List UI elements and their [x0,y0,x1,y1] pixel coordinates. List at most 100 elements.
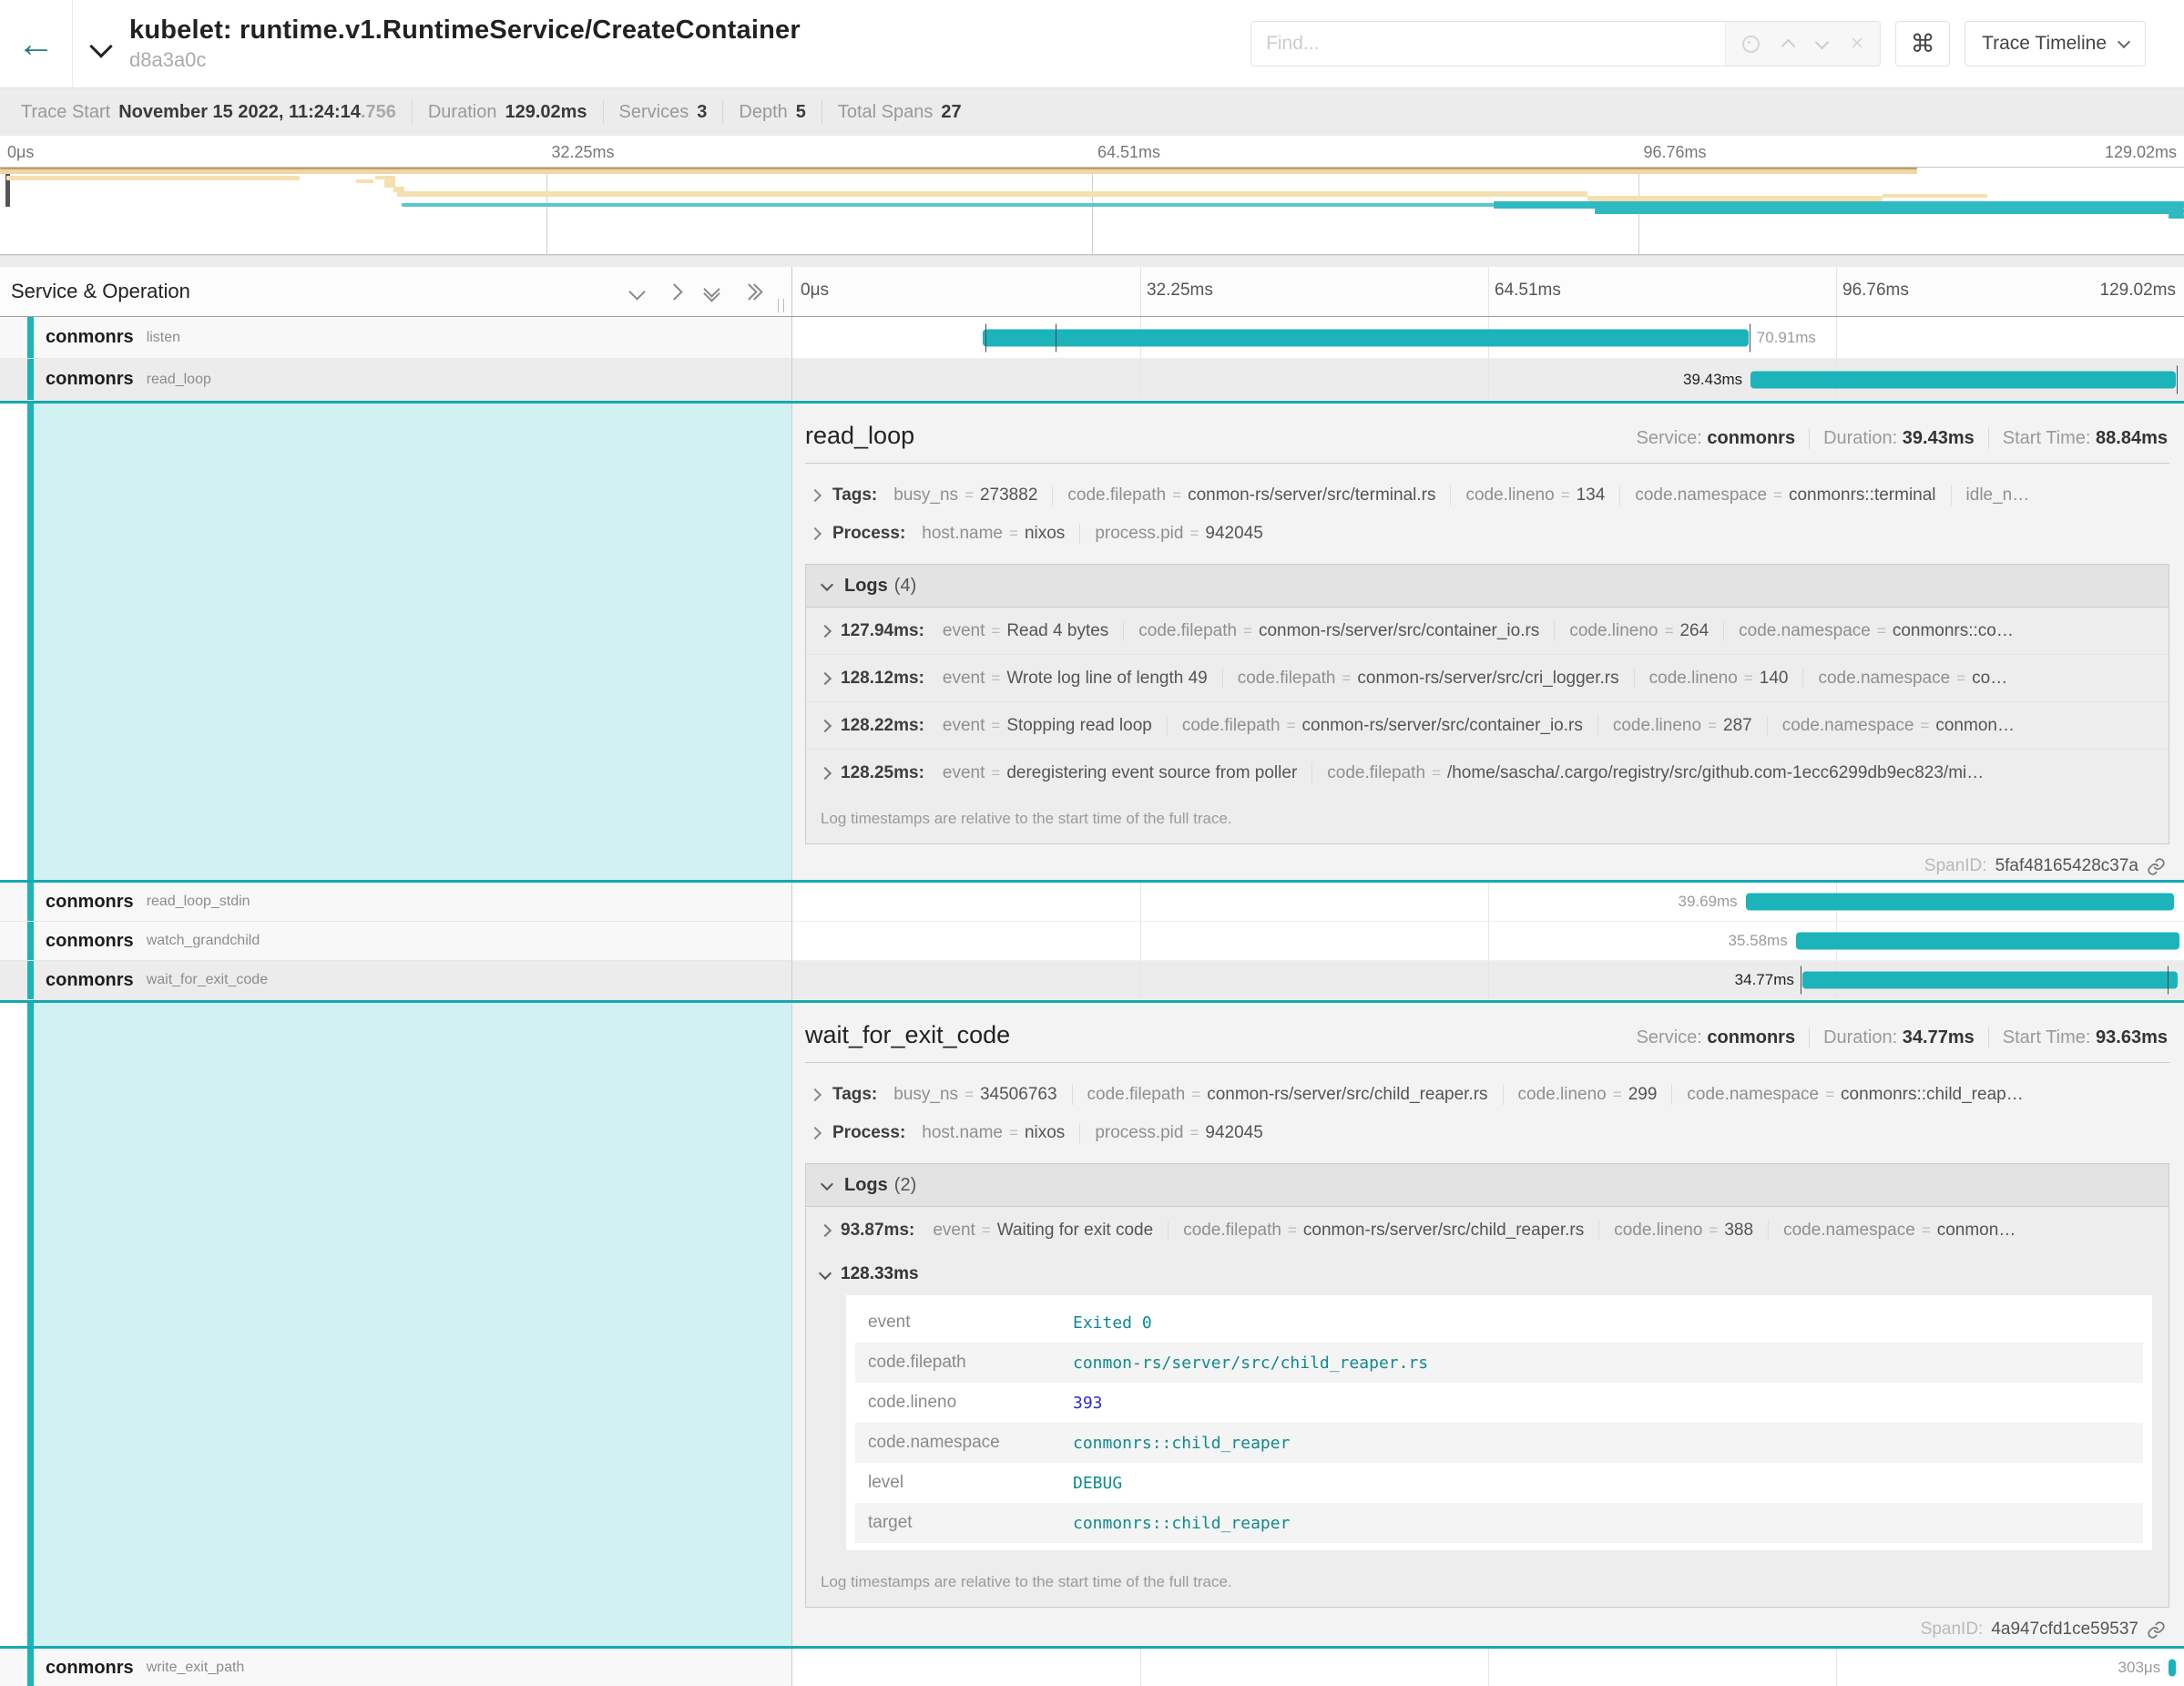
span-bar-cell[interactable]: 34.77ms [792,961,2184,1000]
span-name-cell[interactable]: conmonrs wait_for_exit_code [0,961,792,1000]
expanded-log-entry-header[interactable]: 128.33ms [806,1253,2169,1295]
find-input[interactable] [1251,22,1725,66]
trace-title-block: kubelet: runtime.v1.RuntimeService/Creat… [73,0,1250,87]
service-color-bar [27,922,34,960]
chevron-right-icon [819,624,832,637]
span-detail-indent-pane [0,1003,792,1646]
span-name-cell[interactable]: conmonrs read_loop_stdin [0,883,792,922]
minimap-span-segment [1595,209,2184,214]
span-duration-bar[interactable] [1796,933,2179,950]
clear-find-icon[interactable]: × [1851,33,1863,55]
timeline-gridline [1140,1649,1141,1686]
trace-depth: Depth5 [723,100,822,124]
minimap-gridline [1092,168,1093,254]
expand-all-icon[interactable] [743,286,760,298]
focus-match-icon[interactable] [1742,36,1760,53]
span-row-read-loop-stdin[interactable]: conmonrs read_loop_stdin 39.69ms [0,883,2184,922]
ruler-tick: 0μs [7,143,34,162]
top-controls: × ⌘ Trace Timeline [1250,0,2184,87]
timeline-gridline [1140,883,1141,921]
span-row-wait-for-exit-code[interactable]: conmonrs wait_for_exit_code 34.77ms [0,961,2184,1000]
trace-id: d8a3a0c [129,48,801,72]
span-row-watch-grandchild[interactable]: conmonrs watch_grandchild 35.58ms [0,922,2184,961]
logs-header[interactable]: Logs (4) [806,565,2169,608]
page-title: kubelet: runtime.v1.RuntimeService/Creat… [129,15,801,46]
column-resize-grip[interactable] [778,299,784,312]
logs-header[interactable]: Logs (2) [806,1164,2169,1207]
span-bar-cell[interactable]: 303μs [792,1649,2184,1686]
minimap-span-segment [1494,201,2184,209]
span-name-cell[interactable]: conmonrs watch_grandchild [0,922,792,961]
collapse-one-icon[interactable] [631,286,643,298]
back-button[interactable]: ← [0,0,73,87]
service-color-bar [27,404,34,880]
timeline-gridline [1488,267,1489,316]
next-match-icon[interactable] [1815,35,1830,49]
span-row-read-loop[interactable]: conmonrs read_loop 39.43ms [0,359,2184,401]
expand-one-icon[interactable] [668,286,680,298]
minimap-scrubber-handle[interactable] [5,169,10,207]
table-row: code.namespace conmonrs::child_reaper [855,1423,2143,1463]
process-row[interactable]: Process: host.name=nixos process.pid=942… [805,515,2169,553]
ruler-tick: 129.02ms [2105,143,2177,162]
trace-start: Trace StartNovember 15 2022, 11:24:14.75… [5,100,413,124]
timeline-gridline [1836,1649,1837,1686]
prev-match-icon[interactable] [1781,39,1796,54]
tags-row[interactable]: Tags: busy_ns=273882 code.filepath=conmo… [805,476,2169,515]
service-color-bar [27,359,34,400]
timeline-gridline [1140,267,1141,316]
span-name-cell[interactable]: conmonrs write_exit_path [0,1649,792,1686]
log-entry[interactable]: 93.87ms: event=Waiting for exit code cod… [806,1207,2169,1253]
span-id-row: SpanID: 4a947cfd1ce59537 [805,1620,2169,1640]
span-row-listen[interactable]: conmonrs listen 70.91ms [0,317,2184,359]
span-duration-bar[interactable] [2169,1660,2176,1677]
trace-collapse-toggle[interactable] [93,38,109,59]
timeline-tick: 64.51ms [1495,281,1561,301]
timeline-gridline [1836,317,1837,358]
minimap-span-segment [1883,194,1987,198]
table-row: code.lineno 393 [855,1383,2143,1423]
log-entry[interactable]: 127.94ms: event=Read 4 bytes code.filepa… [806,608,2169,654]
span-row-write-exit-path[interactable]: conmonrs write_exit_path 303μs [0,1649,2184,1686]
span-duration-bar[interactable] [1750,371,2176,388]
service-name: conmonrs [46,931,134,952]
span-bar-cell[interactable]: 39.43ms [792,359,2184,401]
timeline-ruler-header: 0μs 32.25ms 64.51ms 96.76ms 129.02ms [792,267,2184,316]
log-entry[interactable]: 128.22ms: event=Stopping read loop code.… [806,701,2169,749]
trace-total-spans: Total Spans27 [822,100,977,124]
detail-span-title: read_loop [805,422,914,450]
span-duration-bar[interactable] [1802,972,2178,989]
log-entry[interactable]: 128.12ms: event=Wrote log line of length… [806,654,2169,701]
span-duration-label: 303μs [2118,1659,2161,1677]
tags-row[interactable]: Tags: busy_ns=34506763 code.filepath=con… [805,1076,2169,1114]
minimap-span-segment [356,179,373,183]
span-name-cell[interactable]: conmonrs read_loop [0,359,792,401]
span-name-cell[interactable]: conmonrs listen [0,317,792,359]
span-duration-bar[interactable] [983,329,1748,346]
minimap-span-segment [6,176,299,180]
service-color-bar [27,317,34,358]
trace-minimap-canvas[interactable] [0,167,2184,255]
service-name: conmonrs [46,327,134,348]
operation-name: read_loop_stdin [147,894,250,910]
link-icon[interactable] [2147,857,2166,876]
link-icon[interactable] [2147,1620,2166,1640]
service-name: conmonrs [46,970,134,991]
back-arrow-icon: ← [17,25,56,63]
service-color-bar [27,883,34,921]
service-name: conmonrs [46,369,134,390]
process-row[interactable]: Process: host.name=nixos process.pid=942… [805,1114,2169,1152]
table-row: level DEBUG [855,1463,2143,1503]
view-selector-button[interactable]: Trace Timeline [1965,21,2146,66]
chevron-right-icon [809,489,822,502]
find-controls: × [1725,22,1880,66]
keyboard-shortcuts-button[interactable]: ⌘ [1895,21,1950,66]
span-bar-cell[interactable]: 35.58ms [792,922,2184,961]
span-duration-bar[interactable] [1746,894,2174,911]
log-entry[interactable]: 128.25ms: event=deregistering event sour… [806,749,2169,796]
span-boundary-tick [985,323,986,352]
span-bar-cell[interactable]: 70.91ms [792,317,2184,359]
span-duration-label: 35.58ms [1729,932,1788,950]
collapse-all-icon[interactable] [706,283,718,300]
span-bar-cell[interactable]: 39.69ms [792,883,2184,922]
